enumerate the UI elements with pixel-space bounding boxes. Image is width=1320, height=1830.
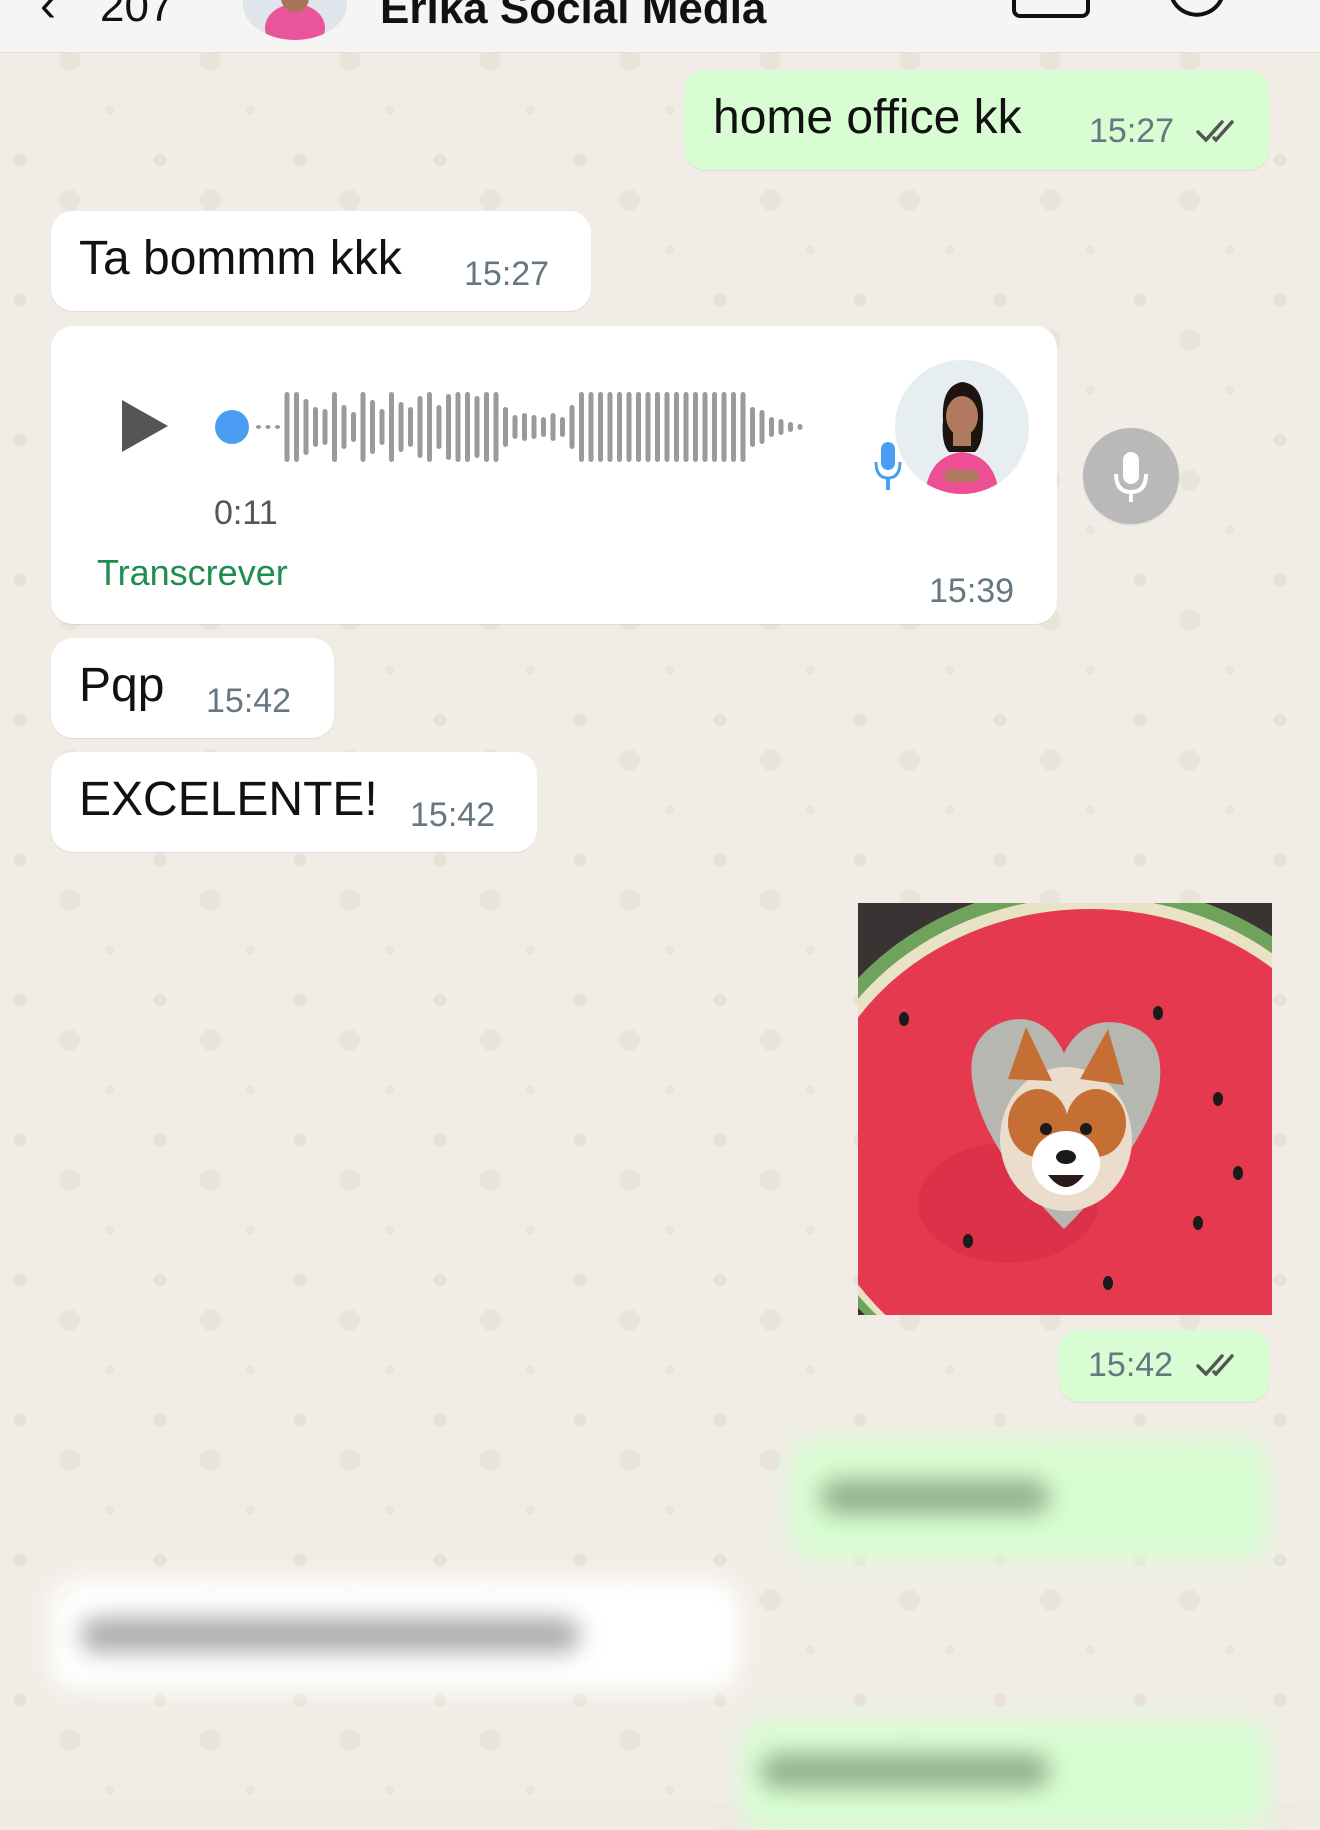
contact-name[interactable]: Erika Social Media [380, 0, 766, 34]
microphone-icon [874, 442, 902, 490]
message-bubble-incoming[interactable]: Pqp 15:42 [51, 638, 334, 738]
waveform-bar [303, 399, 309, 455]
waveform-bar [294, 392, 299, 462]
waveform-bar [598, 392, 603, 462]
waveform-bar [674, 392, 679, 462]
message-bubble-incoming[interactable]: EXCELENTE! 15:42 [51, 752, 537, 852]
back-chevron-icon[interactable]: ‹ [40, 0, 56, 33]
waveform-bar [503, 407, 508, 447]
message-text: Pqp [79, 659, 165, 712]
waveform-bar [256, 425, 261, 429]
waveform-bar [550, 413, 556, 441]
video-call-icon[interactable] [1012, 0, 1090, 18]
waveform-bar [655, 392, 660, 462]
waveform-bar [569, 405, 575, 449]
waveform-bar [607, 392, 613, 462]
transcribe-button[interactable]: Transcrever [97, 552, 288, 594]
waveform-bar [626, 392, 632, 462]
double-check-icon [1196, 120, 1234, 143]
message-bubble-outgoing[interactable]: 15:42 [1058, 1330, 1270, 1402]
waveform-bar [446, 394, 451, 460]
microphone-icon[interactable] [1083, 428, 1179, 524]
waveform-bar [455, 392, 461, 462]
waveform-bar [360, 392, 366, 462]
message-time: 15:27 [464, 255, 550, 293]
waveform-bar [512, 415, 518, 439]
waveform-bar [474, 396, 480, 458]
message-time: 15:27 [1089, 112, 1175, 150]
waveform-bar [702, 392, 708, 462]
waveform-bar [284, 392, 290, 462]
waveform-bar [275, 425, 280, 429]
waveform-bar [522, 413, 527, 441]
message-time: 15:42 [1088, 1346, 1174, 1384]
sender-avatar [895, 360, 1029, 494]
waveform-bar [759, 410, 765, 444]
message-text: Ta bommm kkk [79, 232, 402, 285]
waveform-bar [332, 392, 337, 462]
message-text: home office kk [713, 91, 1022, 144]
waveform-bar [484, 392, 489, 462]
waveform-bar [712, 392, 717, 462]
waveform-bar [389, 392, 394, 462]
message-bubble-outgoing[interactable]: home office kk 15:27 [684, 70, 1270, 170]
waveform-bar [636, 392, 641, 462]
waveform-bar [408, 407, 413, 447]
waveform-bar [740, 392, 746, 462]
waveform-bar [750, 407, 755, 447]
audio-duration: 0:11 [214, 494, 278, 532]
waveform-bar [721, 392, 727, 462]
waveform-bar [493, 392, 499, 462]
audio-waveform[interactable] [214, 388, 834, 466]
chat-header: ‹ 207 Erika Social Media [0, 0, 1320, 53]
waveform-bar [531, 415, 537, 439]
audio-progress-dot[interactable] [215, 410, 249, 444]
message-time: 15:39 [929, 572, 1015, 610]
image-message[interactable] [858, 903, 1272, 1315]
message-time: 15:42 [206, 682, 292, 720]
play-icon[interactable] [122, 400, 168, 452]
waveform-bar [797, 424, 803, 430]
waveform-bar [541, 417, 546, 437]
waveform-bar [664, 392, 670, 462]
waveform-bar [417, 396, 423, 458]
message-text: EXCELENTE! [79, 773, 378, 826]
waveform-bar [588, 392, 594, 462]
double-check-icon [1196, 1354, 1234, 1377]
waveform-bar [617, 392, 622, 462]
waveform-bar [313, 407, 318, 447]
waveform-bar [769, 417, 774, 437]
waveform-bar [379, 409, 385, 445]
message-bubble-incoming[interactable]: Ta bommm kkk 15:27 [51, 211, 591, 311]
waveform-bar [778, 419, 784, 435]
unread-count[interactable]: 207 [100, 0, 173, 32]
waveform-bar [398, 402, 404, 452]
waveform-bar [683, 392, 689, 462]
contact-avatar[interactable] [243, 0, 347, 40]
waveform-bar [731, 392, 736, 462]
waveform-bar [351, 412, 356, 442]
waveform-bar [322, 409, 328, 445]
waveform-bar [341, 405, 347, 449]
waveform-bar [427, 392, 432, 462]
waveform-bar [465, 392, 470, 462]
blurred-messages-area [0, 1420, 1320, 1830]
waveform-bar [788, 422, 793, 432]
waveform-bar [436, 405, 442, 449]
waveform-bar [560, 417, 565, 437]
waveform-bar [370, 400, 375, 454]
waveform-bar [579, 392, 584, 462]
waveform-bar [645, 392, 651, 462]
message-time: 15:42 [410, 796, 496, 834]
waveform-bar [265, 425, 271, 429]
waveform-bar [693, 392, 698, 462]
phone-icon[interactable] [1167, 0, 1235, 25]
